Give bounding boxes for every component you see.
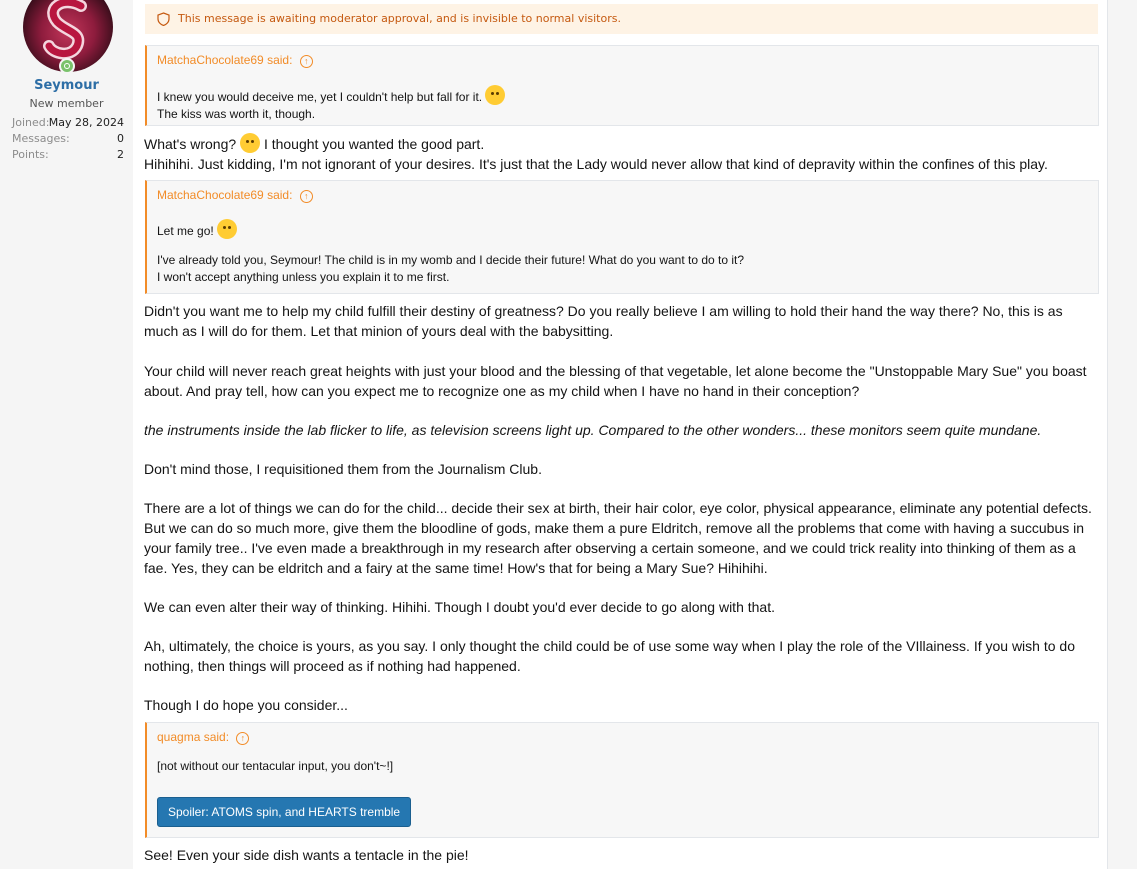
quote-block-3: quagma said: ↑ [not without our tentacul… (145, 722, 1099, 838)
stat-points: Points: 2 (12, 148, 124, 161)
post-paragraph: Didn't you want me to help my child fulf… (144, 303, 1063, 339)
username-link[interactable]: Seymour (0, 78, 133, 93)
sleepy-face-icon (485, 85, 506, 105)
post-paragraph-italic: the instruments inside the lab flicker t… (144, 422, 1042, 438)
para-text: What's wrong? (144, 136, 237, 152)
stat-joined: Joined: May 28, 2024 (12, 116, 124, 129)
right-gutter (1107, 0, 1137, 869)
para-text: I thought you wanted the good part. (263, 136, 485, 152)
stat-label: Points: (12, 148, 49, 161)
stat-label: Joined: (12, 116, 50, 129)
user-title: New member (29, 97, 104, 110)
user-sidebar: Seymour New member Joined: May 28, 2024 M… (0, 0, 134, 869)
moderation-text: This message is awaiting moderator appro… (178, 12, 621, 25)
quote-text: I knew you would deceive me, yet I could… (157, 85, 506, 123)
quote-line: The kiss was worth it, though. (157, 107, 316, 121)
shield-icon (157, 12, 170, 26)
quote-author[interactable]: quagma said: ↑ (157, 730, 253, 745)
post-paragraph: We can even alter their way of thinking.… (144, 599, 775, 615)
quote-author-text[interactable]: MatchaChocolate69 said: (157, 53, 292, 67)
quote-author-text[interactable]: quagma said: (157, 730, 229, 744)
post-paragraph: Your child will never reach great height… (144, 363, 1087, 399)
arrow-up-circle-icon[interactable]: ↑ (236, 732, 250, 745)
quote-line: Let me go! (157, 224, 214, 238)
quote-block-1: MatchaChocolate69 said: ↑ I knew you wou… (145, 45, 1099, 126)
quote-block-2: MatchaChocolate69 said: ↑ Let me go! I'v… (145, 180, 1099, 294)
stat-messages: Messages: 0 (12, 132, 124, 145)
quote-line: I won't accept anything unless you expla… (157, 270, 450, 284)
spoiler-button[interactable]: Spoiler: ATOMS spin, and HEARTS tremble (157, 797, 412, 827)
quote-line: I knew you would deceive me, yet I could… (157, 90, 483, 104)
post-paragraph: See! Even your side dish wants a tentacl… (144, 847, 469, 863)
post-paragraph: Don't mind those, I requisitioned them f… (144, 461, 542, 477)
arrow-up-circle-icon[interactable]: ↑ (299, 190, 313, 203)
stat-value: 2 (117, 148, 124, 161)
para-text: Hihihihi. Just kidding, I'm not ignorant… (144, 156, 1048, 172)
moderation-notice: This message is awaiting moderator appro… (145, 4, 1098, 34)
angry-face-icon (217, 219, 238, 239)
quote-author[interactable]: MatchaChocolate69 said: ↑ (157, 53, 317, 68)
post-paragraph: There are a lot of things we can do for … (144, 500, 1092, 576)
surprised-face-icon (240, 133, 261, 153)
quote-line: I've already told you, Seymour! The chil… (157, 253, 745, 267)
stat-label: Messages: (12, 132, 70, 145)
post-paragraph: Ah, ultimately, the choice is yours, as … (144, 638, 1075, 674)
online-status-icon (59, 58, 75, 74)
post-paragraph: What's wrong? I thought you wanted the g… (144, 133, 1099, 174)
stat-value: May 28, 2024 (48, 116, 124, 129)
stat-value: 0 (117, 132, 124, 145)
post-paragraph: Though I do hope you consider... (144, 697, 348, 713)
quote-author-text[interactable]: MatchaChocolate69 said: (157, 188, 292, 202)
arrow-up-circle-icon[interactable]: ↑ (299, 55, 313, 68)
quote-author[interactable]: MatchaChocolate69 said: ↑ (157, 188, 317, 203)
quote-line: [not without our tentacular input, you d… (157, 759, 394, 773)
quote-text: Let me go! I've already told you, Seymou… (157, 219, 744, 286)
